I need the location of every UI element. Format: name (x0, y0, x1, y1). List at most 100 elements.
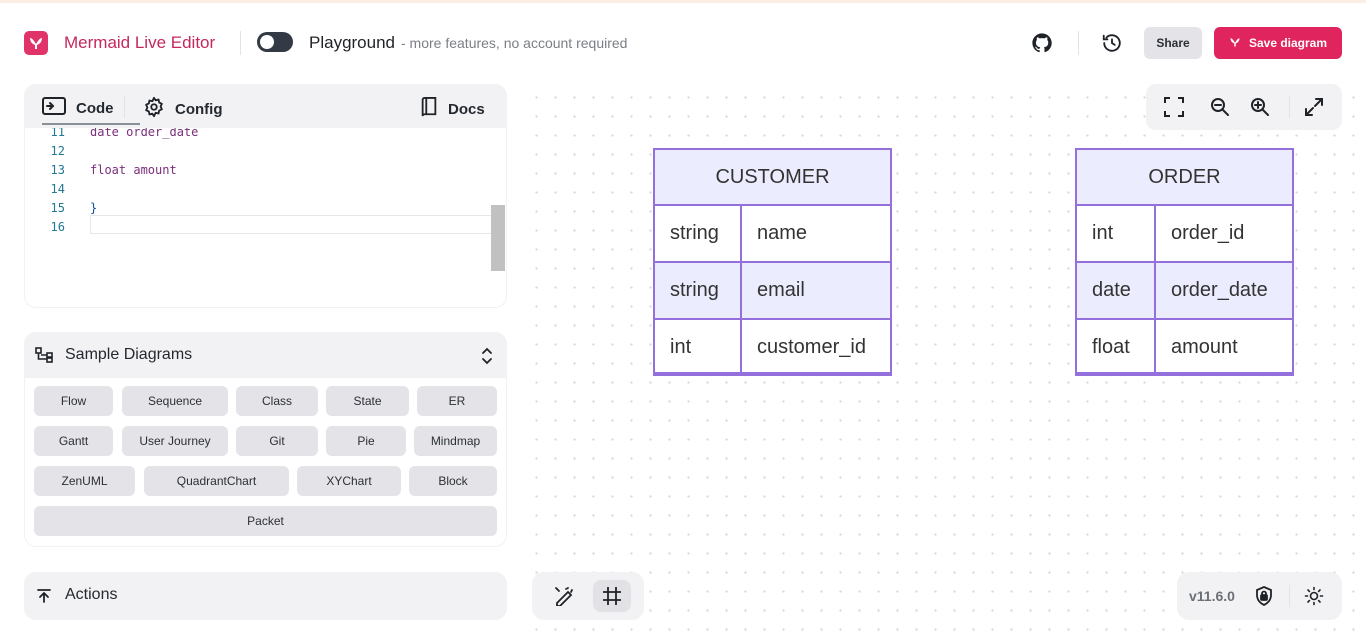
sample-packet-button[interactable]: Packet (34, 506, 497, 536)
attribute-name: order_date (1171, 279, 1268, 301)
sample-sequence-button[interactable]: Sequence (122, 386, 228, 416)
header: Mermaid Live Editor Playground - more fe… (0, 3, 1366, 81)
code-text: float amount (90, 163, 177, 177)
line-number: 14 (50, 182, 65, 196)
sample-user-journey-button[interactable]: User Journey (122, 426, 228, 456)
entity-column-divider (1154, 206, 1156, 374)
code-text: } (90, 201, 98, 215)
toggle-knob (260, 35, 274, 49)
expand-icon[interactable] (1303, 96, 1325, 118)
collapse-chevron-icon[interactable] (480, 347, 494, 370)
sample-diagrams-list: Flow Sequence Class State ER Gantt User … (25, 378, 506, 546)
code-line: 12 (25, 144, 506, 163)
entity-column-divider (740, 206, 742, 374)
code-line: 13 float amount (25, 163, 506, 182)
entity-order-title: ORDER (1077, 150, 1292, 206)
sample-block-button[interactable]: Block (409, 466, 497, 496)
canvas-tools (532, 572, 644, 620)
tab-docs-label: Docs (448, 100, 485, 118)
tab-config[interactable]: Config (143, 96, 222, 122)
code-line: 11 date order_date (25, 128, 506, 144)
save-mermaid-icon (1229, 36, 1241, 51)
zoom-toolbar (1146, 84, 1342, 130)
version-label: v11.6.0 (1189, 588, 1235, 604)
entity-order[interactable]: ORDER int order_id date order_date float… (1075, 148, 1294, 376)
sample-pie-button[interactable]: Pie (326, 426, 406, 456)
entity-attribute-row: int customer_id (655, 320, 890, 374)
tab-code-label: Code (76, 99, 114, 117)
privacy-shield-icon[interactable] (1253, 585, 1275, 607)
share-button[interactable]: Share (1144, 27, 1202, 59)
sample-diagrams-panel: Sample Diagrams Flow Sequence Class Stat… (24, 332, 507, 547)
line-number: 16 (50, 220, 65, 234)
mermaid-logo-icon[interactable] (24, 31, 48, 55)
attribute-name: customer_id (757, 336, 866, 358)
attribute-type: string (670, 222, 719, 244)
active-tab-indicator (42, 123, 140, 125)
attribute-name: name (757, 222, 808, 244)
actions-label: Actions (65, 586, 118, 603)
entity-customer-title: CUSTOMER (655, 150, 890, 206)
save-diagram-button[interactable]: Save diagram (1214, 27, 1342, 59)
entity-attribute-row: string name (655, 206, 890, 263)
sample-state-button[interactable]: State (326, 386, 409, 416)
book-icon (420, 97, 438, 121)
sample-class-button[interactable]: Class (236, 386, 318, 416)
entity-attribute-row: float amount (1077, 320, 1292, 374)
app-title[interactable]: Mermaid Live Editor (64, 33, 215, 53)
sample-diagrams-title: Sample Diagrams (65, 346, 193, 363)
entity-attribute-row: int order_id (1077, 206, 1292, 263)
editor-scrollbar[interactable] (491, 205, 505, 271)
entity-attribute-row: date order_date (1077, 263, 1292, 320)
attribute-name: amount (1171, 336, 1238, 358)
code-line: 14 (25, 182, 506, 201)
line-number: 12 (50, 144, 65, 158)
tab-divider (124, 96, 125, 118)
code-panel: Code Config Docs 11 date order_date 12 1… (24, 84, 507, 308)
sample-xychart-button[interactable]: XYChart (297, 466, 401, 496)
attribute-type: date (1092, 279, 1131, 301)
version-divider (1289, 585, 1290, 607)
header-divider (240, 31, 241, 55)
sample-quadrantchart-button[interactable]: QuadrantChart (144, 466, 289, 496)
tab-docs[interactable]: Docs (420, 97, 485, 121)
zoom-out-icon[interactable] (1209, 96, 1231, 118)
sample-gantt-button[interactable]: Gantt (34, 426, 113, 456)
sample-flow-button[interactable]: Flow (34, 386, 113, 416)
playground-toggle[interactable] (257, 32, 293, 52)
tab-code[interactable]: Code (42, 96, 114, 120)
tab-config-label: Config (175, 100, 223, 118)
code-text: date order_date (90, 128, 199, 139)
actions-panel[interactable]: Actions (24, 572, 507, 620)
pan-zoom-icon[interactable] (553, 585, 575, 607)
fit-screen-icon[interactable] (1163, 96, 1185, 118)
code-icon (42, 96, 66, 120)
attribute-type: string (670, 279, 719, 301)
github-icon[interactable] (1030, 31, 1054, 55)
playground-subtitle: - more features, no account required (401, 35, 628, 51)
diagram-icon (35, 347, 53, 368)
save-diagram-label: Save diagram (1248, 36, 1328, 50)
theme-sun-icon[interactable] (1303, 585, 1325, 607)
version-bar: v11.6.0 (1177, 572, 1342, 620)
sample-zenuml-button[interactable]: ZenUML (34, 466, 135, 496)
code-editor[interactable]: 11 date order_date 12 13 float amount 14… (25, 128, 506, 307)
sample-mindmap-button[interactable]: Mindmap (414, 426, 497, 456)
sample-er-button[interactable]: ER (417, 386, 497, 416)
playground-label: Playground (309, 33, 396, 52)
line-number: 13 (50, 163, 65, 177)
entity-attribute-row: string email (655, 263, 890, 320)
editor-tabs: Code Config Docs (24, 84, 507, 128)
sample-diagrams-header[interactable]: Sample Diagrams (24, 332, 507, 378)
line-number: 11 (50, 128, 65, 139)
attribute-type: float (1092, 336, 1130, 358)
attribute-name: email (757, 279, 805, 301)
attribute-name: order_id (1171, 222, 1245, 244)
sample-git-button[interactable]: Git (236, 426, 318, 456)
history-icon[interactable] (1100, 31, 1124, 55)
grid-icon[interactable] (601, 585, 623, 607)
attribute-type: int (670, 336, 692, 358)
entity-customer[interactable]: CUSTOMER string name string email int cu… (653, 148, 892, 376)
zoom-divider (1289, 96, 1290, 118)
zoom-in-icon[interactable] (1249, 96, 1271, 118)
